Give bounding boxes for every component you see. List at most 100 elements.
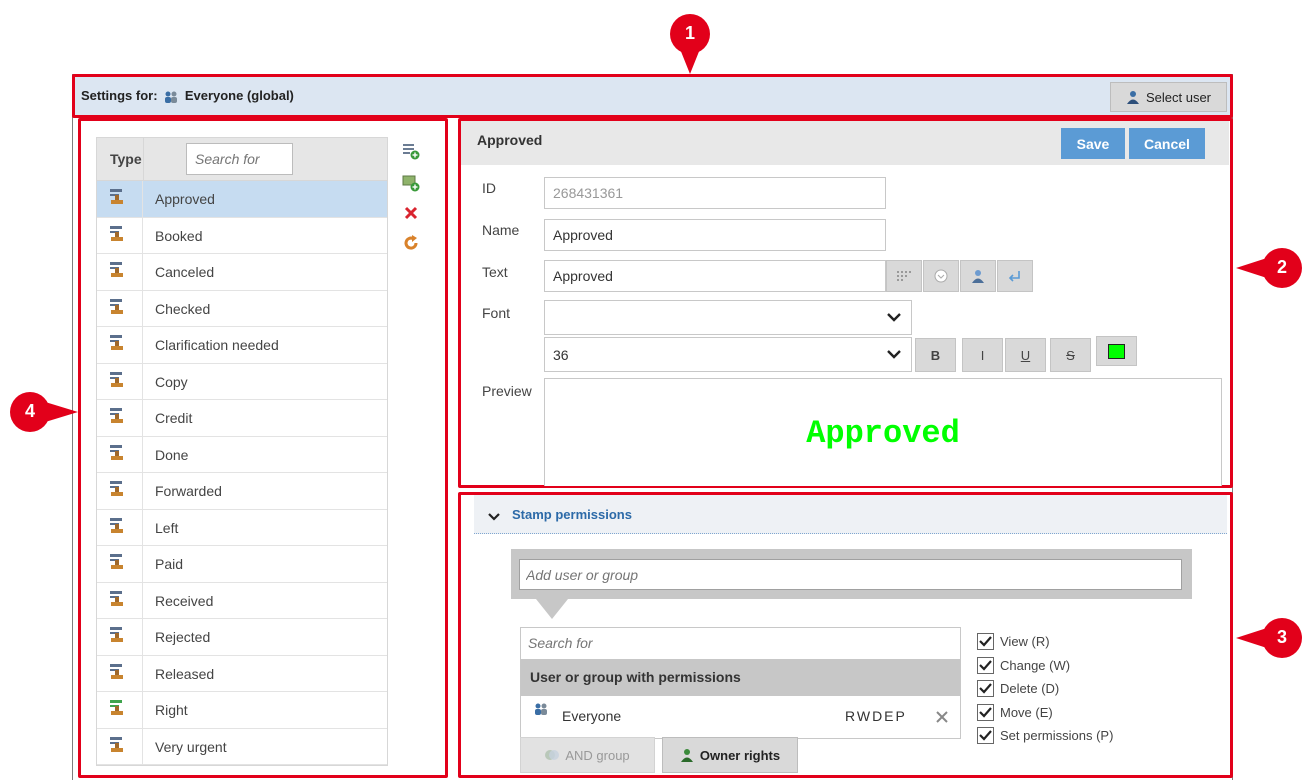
permission-checkbox-label: Delete (D) <box>1000 681 1060 697</box>
list-item[interactable]: Paid <box>97 546 387 583</box>
list-item-label: Copy <box>155 373 188 390</box>
and-group-button[interactable]: AND group <box>520 737 655 773</box>
permission-checkbox-row[interactable]: Change (W) <box>977 654 1167 678</box>
list-item-label: Very urgent <box>155 738 227 755</box>
checkbox[interactable] <box>977 633 994 651</box>
stamp-icon <box>110 627 124 643</box>
stamp-list: Type Approved Booked Canceled Checked Clarif… <box>96 137 388 766</box>
permission-checkbox-row[interactable]: Delete (D) <box>977 677 1167 701</box>
list-item-icon-cell <box>97 546 143 582</box>
list-item-label: Credit <box>155 410 193 426</box>
remove-entry-icon[interactable] <box>935 710 949 727</box>
italic-button[interactable]: I <box>962 338 1003 372</box>
permission-checkbox-label: Change (W) <box>1000 657 1071 673</box>
stamp-form-header: Approved Save Cancel <box>461 121 1229 165</box>
delete-icon[interactable] <box>403 205 419 221</box>
checkmark-icon <box>979 707 992 718</box>
list-item-label: Released <box>155 665 215 682</box>
list-item[interactable]: Canceled <box>97 254 387 291</box>
list-item-icon-cell <box>97 728 143 764</box>
font-label: Font <box>482 305 511 321</box>
stamp-search-input[interactable] <box>186 143 293 175</box>
list-item[interactable]: Credit <box>97 400 387 437</box>
list-item-icon-cell <box>97 509 143 545</box>
text-field[interactable]: Approved <box>544 260 886 292</box>
checkbox[interactable] <box>977 680 994 698</box>
font-size-select[interactable]: 36 <box>544 337 886 372</box>
stamp-rows: Approved Booked Canceled Checked Clarificati… <box>97 181 387 765</box>
checkbox[interactable] <box>977 656 994 674</box>
callout-3: 3 <box>1236 618 1302 658</box>
callout-1: 1 <box>670 14 710 76</box>
list-item[interactable]: Clarification needed <box>97 327 387 364</box>
permission-checkbox-label: Set permissions (P) <box>1000 728 1114 744</box>
list-item[interactable]: Very urgent <box>97 728 387 765</box>
list-item[interactable]: Received <box>97 582 387 619</box>
list-item-label: Right <box>155 702 188 718</box>
permission-entry[interactable]: Everyone RWDEP <box>521 698 960 736</box>
image-stamp-icon <box>110 700 124 716</box>
permission-list-header-label: User or group with permissions <box>530 669 741 685</box>
list-item-icon-cell <box>97 181 143 217</box>
keypad-icon[interactable] <box>886 260 922 292</box>
newline-icon[interactable] <box>997 260 1033 292</box>
list-item[interactable]: Released <box>97 655 387 692</box>
strikethrough-button[interactable]: S <box>1050 338 1091 372</box>
list-item-label: Left <box>155 519 179 536</box>
owner-rights-button[interactable]: Owner rights <box>662 737 798 773</box>
stamp-permissions-header[interactable]: Stamp permissions <box>474 495 1227 534</box>
checkbox[interactable] <box>977 703 994 721</box>
checkbox[interactable] <box>977 727 994 745</box>
list-item-icon-cell <box>97 217 143 253</box>
user-variable-icon[interactable] <box>960 260 996 292</box>
add-image-stamp-icon[interactable] <box>402 174 420 192</box>
list-item-icon-cell <box>97 254 143 290</box>
bold-button[interactable]: B <box>915 338 956 372</box>
list-item-icon-cell <box>97 655 143 691</box>
stamp-icon <box>110 298 124 315</box>
preview-text: Approved <box>806 415 960 452</box>
permission-search-input[interactable] <box>521 628 960 658</box>
owner-icon <box>680 748 694 762</box>
list-item[interactable]: Copy <box>97 363 387 400</box>
permission-checkbox-row[interactable]: Set permissions (P) <box>977 724 1167 748</box>
list-item[interactable]: Left <box>97 509 387 546</box>
callout-4-label: 4 <box>24 401 35 421</box>
color-swatch <box>1108 343 1125 359</box>
clock-icon[interactable] <box>923 260 959 292</box>
refresh-icon[interactable] <box>403 235 419 251</box>
name-field[interactable]: Approved <box>544 219 886 251</box>
list-item-icon-cell <box>97 692 143 728</box>
list-item[interactable]: Rejected <box>97 619 387 656</box>
stamp-list-header: Type <box>97 138 387 181</box>
list-item[interactable]: Checked <box>97 290 387 327</box>
cancel-button[interactable]: Cancel <box>1129 128 1205 159</box>
add-user-input[interactable] <box>519 559 1182 590</box>
checkmark-icon <box>979 636 992 647</box>
list-item[interactable]: Right <box>97 692 387 729</box>
list-item-label: Received <box>155 592 214 609</box>
stamp-icon <box>110 554 124 570</box>
list-item-icon-cell <box>97 327 143 363</box>
list-item-label: Paid <box>155 556 184 572</box>
list-item-label: Forwarded <box>155 483 222 499</box>
permission-checkbox-row[interactable]: Move (E) <box>977 701 1167 725</box>
list-item[interactable]: Booked <box>97 217 387 254</box>
add-text-stamp-icon[interactable] <box>402 142 420 160</box>
color-button[interactable] <box>1096 336 1137 366</box>
save-button[interactable]: Save <box>1061 128 1125 159</box>
chevron-down-icon <box>488 509 500 525</box>
font-select[interactable] <box>544 300 886 335</box>
permission-checkbox-row[interactable]: View (R) <box>977 630 1167 654</box>
font-dropdown-icon[interactable] <box>876 300 912 335</box>
list-item-label: Done <box>155 446 189 463</box>
stamp-icon <box>110 408 124 424</box>
list-item[interactable]: Done <box>97 436 387 473</box>
list-item-label: Rejected <box>155 629 211 645</box>
underline-button[interactable]: U <box>1005 338 1046 372</box>
list-item[interactable]: Approved <box>97 181 387 218</box>
stamp-icon <box>110 225 124 242</box>
list-item[interactable]: Forwarded <box>97 473 387 510</box>
stamp-icon <box>110 444 124 461</box>
size-dropdown-icon[interactable] <box>876 337 912 372</box>
